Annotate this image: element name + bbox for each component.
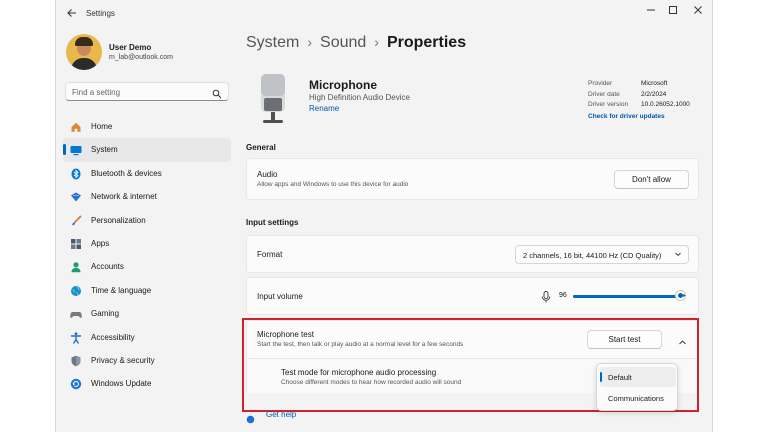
sidebar-item-apps[interactable]: Apps [63,232,231,255]
sidebar-item-label: System [91,145,118,155]
sidebar-item-system[interactable]: System [63,138,231,162]
device-name: Microphone [309,78,377,92]
globe-icon [70,284,82,296]
audio-description: Allow apps and Windows to use this devic… [257,181,409,188]
close-icon[interactable] [686,4,710,22]
format-select[interactable]: 2 channels, 16 bit, 44100 Hz (CD Quality… [515,245,689,264]
help-icon [246,411,255,424]
brush-icon [70,214,82,226]
sidebar-item-personalization[interactable]: Personalization [63,209,231,232]
info-key: Driver version [588,101,629,108]
sidebar-item-label: Bluetooth & devices [91,168,162,178]
option-label: Communications [608,394,664,403]
page-title: Properties [386,34,467,51]
option-label: Default [608,373,632,382]
user-email: m_lab@outlook.com [109,54,173,61]
bluetooth-icon [70,167,82,180]
dropdown-option-communications[interactable]: Communications [600,388,676,408]
microphone-device-icon [259,74,287,126]
search-box[interactable] [65,82,229,101]
get-help-link[interactable]: Get help [266,410,296,419]
sidebar-item-label: Home [91,122,113,131]
sidebar-item-network[interactable]: Network & internet [63,185,231,208]
back-arrow-icon[interactable] [64,7,80,23]
chevron-down-icon [674,250,682,260]
sidebar-item-time-language[interactable]: Time & language [63,279,231,302]
info-row: Driver date 2/2/2024 [586,91,706,102]
minimize-icon[interactable] [639,4,663,22]
test-mode-dropdown[interactable]: Default Communications [596,363,678,411]
input-section-title: Input settings [246,218,299,227]
accessibility-icon [70,331,82,344]
gaming-icon [70,307,82,319]
sidebar-item-gaming[interactable]: Gaming [63,302,231,325]
sidebar-item-windows-update[interactable]: Windows Update [63,372,231,395]
sidebar-item-label: Time & language [91,285,152,295]
sidebar-item-bluetooth[interactable]: Bluetooth & devices [63,162,231,185]
settings-window: Settings User Demo m_lab@outlook.com Hom… [55,0,713,432]
driver-update-link[interactable]: Check for driver updates [588,113,665,120]
sidebar-item-label: Apps [91,238,110,248]
search-input[interactable] [72,86,202,98]
input-volume-card: Input volume 96 ▸ [246,277,699,315]
breadcrumb-separator: › [307,34,313,50]
sidebar-nav: Home System Bluetooth & devices Network … [63,115,231,396]
info-key: Provider [588,80,613,87]
user-name: User Demo [109,43,152,52]
sidebar-item-label: Personalization [91,215,146,225]
title-bar: Settings [56,0,712,30]
sidebar-item-privacy-security[interactable]: Privacy & security [63,349,231,372]
sidebar-item-accessibility[interactable]: Accessibility [63,326,231,349]
accounts-icon [70,260,82,273]
breadcrumb-system[interactable]: System [246,34,299,51]
breadcrumb-sound[interactable]: Sound [320,34,366,51]
breadcrumb: System › Sound › Properties [246,34,466,52]
network-icon [70,190,82,202]
input-volume-label: Input volume [257,292,303,301]
sidebar-item-label: Privacy & security [91,355,155,365]
breadcrumb-separator: › [374,34,379,50]
update-icon [70,377,82,390]
format-card: Format 2 channels, 16 bit, 44100 Hz (CD … [246,235,699,273]
audio-title: Audio [257,170,278,179]
avatar[interactable] [66,34,102,70]
microphone-icon [541,290,551,303]
sidebar-item-label: Windows Update [91,379,152,389]
shield-icon [70,354,82,367]
format-value: 2 channels, 16 bit, 44100 Hz (CD Quality… [523,251,662,260]
system-icon [70,143,82,156]
volume-slider-fill [573,295,681,298]
search-icon[interactable] [212,86,222,99]
general-section-title: General [246,143,276,152]
sidebar-item-home[interactable]: Home [63,115,231,138]
dropdown-option-default[interactable]: Default [600,367,676,387]
format-label: Format [257,250,283,259]
info-value: 10.0.26052.1000 [641,101,690,108]
volume-value: 96 [559,292,567,299]
sidebar-item-label: Accessibility [91,332,135,342]
window-title: Settings [86,9,115,18]
sidebar-item-label: Accounts [91,262,124,272]
device-subtitle: High Definition Audio Device [309,93,410,102]
maximize-icon[interactable] [661,4,685,22]
rename-link[interactable]: Rename [309,104,339,113]
dont-allow-button[interactable]: Don't allow [614,170,689,189]
info-value: Microsoft [641,80,668,87]
apps-icon [70,237,82,249]
sidebar-item-label: Network & internet [91,192,157,202]
audio-card: Audio Allow apps and Windows to use this… [246,158,699,200]
info-key: Driver date [588,90,620,98]
info-row: Provider Microsoft [586,80,706,91]
info-value: 2/2/2024 [641,90,667,98]
sidebar-item-label: Gaming [91,309,120,319]
sidebar-item-accounts[interactable]: Accounts [63,255,231,278]
volume-slider-end-icon: ▸ [683,293,687,299]
info-row: Driver version 10.0.26052.1000 [586,101,706,112]
driver-info: Provider Microsoft Driver date 2/2/2024 … [586,80,706,120]
home-icon [70,120,82,132]
